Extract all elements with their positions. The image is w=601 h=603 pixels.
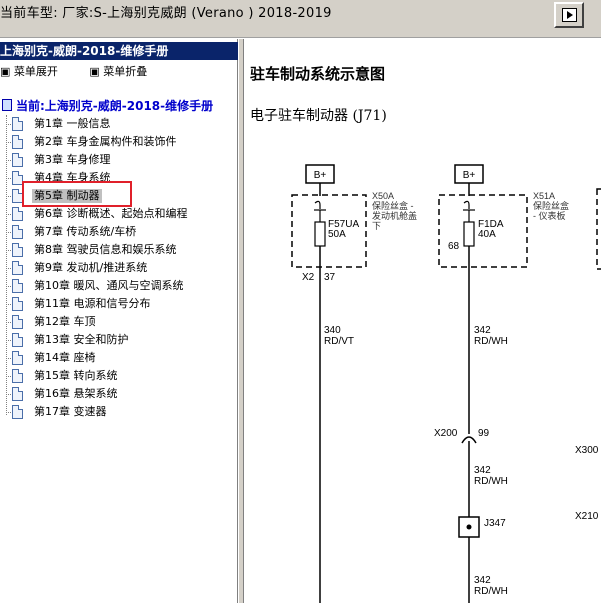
splice-label: J347 (484, 518, 506, 529)
page-icon (12, 279, 23, 293)
menu-controls: ▣ 菜单展开 ▣ 菜单折叠 (0, 63, 175, 79)
left-power-label: B+ (314, 170, 327, 181)
menu-collapse-button[interactable]: ▣ 菜单折叠 (89, 65, 161, 78)
book-title[interactable]: 上海别克-威朗-2018-维修手册 (0, 42, 238, 60)
window-title: 当前车型: 厂家:S-上海别克威朗 (Verano ) 2018-2019 (0, 6, 332, 21)
page-icon (12, 153, 23, 167)
right-circuit: B+ F1DA 40A 68 X51A 保险丝盒 - 仪表板 342 RD/WH… (434, 164, 601, 603)
right-wire1-color: RD/WH (474, 336, 508, 347)
right-fuse-terminal-icon (463, 200, 470, 209)
chapter-label: 第16章 悬架系统 (34, 387, 118, 400)
right-wire2-gauge: 342 (474, 465, 491, 476)
tree-branch-line (6, 394, 11, 395)
current-manual-label: 当前:上海别克-威朗-2018-维修手册 (16, 99, 214, 113)
chapter-label: 第3章 车身修理 (34, 153, 111, 166)
chapter-label: 第12章 车顶 (34, 315, 96, 328)
left-connector: X2 (302, 272, 315, 283)
connector-x200-pin: 99 (478, 428, 490, 439)
play-arrow-icon (562, 8, 577, 22)
right-pin-top: 68 (448, 241, 460, 252)
chapter-label: 第10章 暖风、通风与空调系统 (34, 279, 184, 292)
left-box-desc1: 保险丝盒 - (372, 200, 414, 211)
left-wire-gauge: 340 (324, 325, 341, 336)
right-fuse-amp: 40A (478, 229, 496, 240)
current-manual[interactable]: 当前:上海别克-威朗-2018-维修手册 (2, 97, 213, 114)
left-fuse-symbol (314, 221, 326, 247)
chapter-label: 第11章 电源和信号分布 (34, 297, 151, 310)
right-wire3-gauge: 342 (474, 575, 491, 586)
right-wire1-gauge: 342 (474, 325, 491, 336)
chapter-label: 第7章 传动系统/车桥 (34, 225, 137, 238)
side-connector-x300: X300 (575, 445, 599, 456)
tree-branch-line (6, 304, 11, 305)
left-fuse-terminal-icon (314, 200, 321, 209)
left-circuit: B+ F57UA 50A X50A 保险丝盒 - 发动机舱盖 下 X2 37 3… (291, 164, 417, 603)
menu-expand-button[interactable]: ▣ 菜单展开 (0, 65, 72, 78)
content-pane: 驻车制动系统示意图 电子驻车制动器 (J71) B+ F57UA 50A X50… (244, 39, 601, 603)
menu-expand-label: 菜单展开 (13, 65, 58, 78)
right-box-desc1: 保险丝盒 (533, 200, 569, 211)
side-connector-x210: X210 (575, 511, 599, 522)
right-fuse-symbol (463, 221, 475, 247)
tree-branch-line (6, 412, 11, 413)
chapter-label: 第17章 变速器 (34, 405, 107, 418)
right-wire3-color: RD/WH (474, 586, 508, 597)
page-icon (12, 405, 23, 419)
chapter-label: 第14章 座椅 (34, 351, 96, 364)
tree-branch-line (6, 286, 11, 287)
page-icon (12, 261, 23, 275)
tree-branch-line (6, 340, 11, 341)
page-icon (12, 387, 23, 401)
navigation-pane: 上海别克-威朗-2018-维修手册 ▣ 菜单展开 ▣ 菜单折叠 当前:上海别克-… (0, 39, 238, 603)
tree-branch-line (6, 142, 11, 143)
tree-branch-line (6, 250, 11, 251)
tree-branch-line (6, 358, 11, 359)
page-icon (12, 333, 23, 347)
chapter-label: 第13章 安全和防护 (34, 333, 129, 346)
right-wire2-color: RD/WH (474, 476, 508, 487)
chapter-label: 第1章 一般信息 (34, 117, 111, 130)
tree-branch-line (6, 124, 11, 125)
selection-highlight-box (22, 181, 132, 207)
tree-branch-line (6, 232, 11, 233)
page-icon (12, 135, 23, 149)
next-fuse-block-edge (596, 188, 601, 270)
page-icon (12, 369, 23, 383)
connector-x200: X200 (434, 428, 458, 439)
tree-branch-line (6, 214, 11, 215)
chapter-label: 第6章 诊断概述、起始点和编程 (34, 207, 188, 220)
left-fuse-amp: 50A (328, 229, 346, 240)
page-icon (12, 207, 23, 221)
window-titlebar: 当前车型: 厂家:S-上海别克威朗 (Verano ) 2018-2019 (0, 0, 601, 38)
book-icon (2, 99, 12, 111)
chapter-label: 第8章 驾驶员信息和娱乐系统 (34, 243, 177, 256)
page-icon (12, 351, 23, 365)
page-icon (12, 315, 23, 329)
chapter-label: 第9章 发动机/推进系统 (34, 261, 148, 274)
left-box-desc3: 下 (372, 221, 381, 231)
page-icon (12, 117, 23, 131)
toggle-pane-button[interactable] (554, 2, 584, 28)
tree-branch-line (6, 196, 11, 197)
left-pin: 37 (324, 272, 336, 283)
tree-branch-line (6, 160, 11, 161)
right-power-label: B+ (463, 170, 476, 181)
menu-collapse-label: 菜单折叠 (103, 65, 148, 78)
tree-branch-line (6, 376, 11, 377)
page-icon (12, 297, 23, 311)
chapter-label: 第2章 车身金属构件和装饰件 (34, 135, 177, 148)
right-box-desc2: - 仪表板 (533, 210, 566, 221)
wiring-diagram: B+ F57UA 50A X50A 保险丝盒 - 发动机舱盖 下 X2 37 3… (291, 164, 601, 603)
chapter-label: 第15章 转向系统 (34, 369, 118, 382)
tree-branch-line (6, 268, 11, 269)
tree-branch-line (6, 178, 11, 179)
page-icon (12, 243, 23, 257)
left-box-label: X50A (372, 191, 394, 201)
tree-branch-line (6, 322, 11, 323)
right-box-label: X51A (533, 191, 555, 201)
left-wire-color: RD/VT (324, 336, 354, 347)
page-icon (12, 225, 23, 239)
splice-dot-icon (466, 524, 472, 530)
left-box-desc2: 发动机舱盖 (372, 210, 417, 221)
